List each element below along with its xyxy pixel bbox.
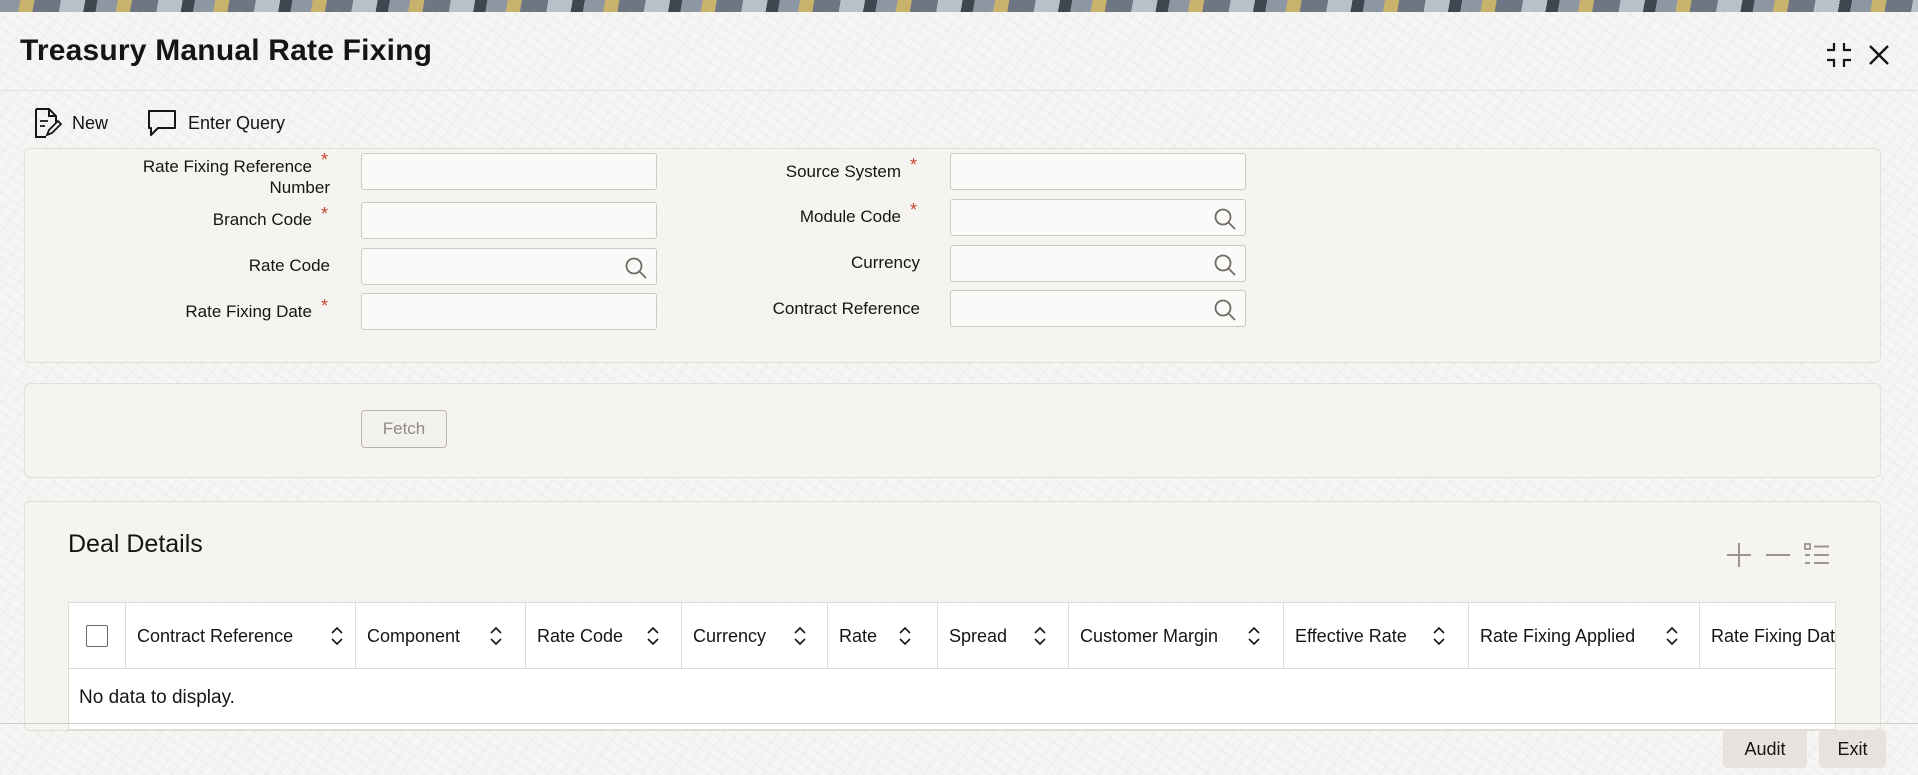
footer-divider [0,723,1918,724]
compress-icon[interactable] [1822,38,1856,72]
branch-code-label: Branch Code [212,210,312,229]
column-header-label: Rate [839,625,878,646]
page-title: Treasury Manual Rate Fixing [20,34,433,67]
column-header[interactable]: Effective Rate [1284,603,1469,669]
branch-code-field[interactable] [361,202,657,239]
rate-fixing-ref-field[interactable] [361,153,657,190]
fetch-panel [24,383,1881,478]
contract-reference-label: Contract Reference [772,299,920,318]
sort-icon[interactable] [898,626,912,646]
column-header[interactable]: Customer Margin [1069,603,1284,669]
sort-icon[interactable] [1247,626,1261,646]
contract-reference-field[interactable] [950,290,1246,327]
column-header[interactable]: Rate Fixing Applied [1469,603,1700,669]
required-marker: * [321,204,329,224]
column-header-label: Rate Code [537,625,624,646]
sort-icon[interactable] [1432,626,1446,646]
rate-code-label: Rate Code [248,256,330,275]
deal-details-table: Contract Reference Component Rate Code C… [68,602,1836,730]
select-all-checkbox[interactable] [86,625,108,647]
rate-fixing-ref-label-line2: Number [269,178,330,197]
header-decoration-strip [0,0,1918,12]
rate-fixing-date-label: Rate Fixing Date [185,302,312,321]
required-marker: * [321,150,329,170]
deal-details-title: Deal Details [68,530,203,558]
column-header-label: Rate Fixing Date [1711,625,1836,646]
list-columns-icon[interactable] [1802,540,1832,570]
source-system-label: Source System [785,162,901,181]
new-button[interactable]: New [32,104,108,142]
document-edit-icon [35,108,62,138]
sort-icon[interactable] [646,626,660,646]
column-header[interactable]: Contract Reference [126,603,356,669]
search-icon[interactable] [624,256,648,280]
required-marker: * [321,296,329,316]
rate-fixing-ref-label: Rate Fixing Reference [142,157,312,176]
column-header[interactable]: Currency [682,603,828,669]
required-marker: * [910,155,918,175]
column-header-label: Component [367,625,461,646]
column-header[interactable]: Component [356,603,526,669]
column-header-label: Spread [949,625,1008,646]
source-system-field[interactable] [950,153,1246,190]
column-header-label: Contract Reference [137,625,294,646]
sort-icon[interactable] [489,626,503,646]
minus-icon[interactable] [1763,540,1793,570]
column-header-label: Rate Fixing Applied [1480,625,1636,646]
audit-button[interactable]: Audit [1723,730,1807,768]
rate-code-field[interactable] [361,248,657,285]
column-header-label: Customer Margin [1080,625,1219,646]
close-icon[interactable] [1862,38,1896,72]
search-icon[interactable] [1213,253,1237,277]
column-header[interactable]: Rate [828,603,938,669]
module-code-field[interactable] [950,199,1246,236]
module-code-label: Module Code [799,207,901,226]
column-header[interactable]: Rate Fixing Date [1700,603,1836,669]
column-header-label: Currency [693,625,767,646]
required-marker: * [910,200,918,220]
exit-button[interactable]: Exit [1819,730,1886,768]
plus-icon[interactable] [1724,540,1754,570]
table-header-row: Contract Reference Component Rate Code C… [69,603,1836,669]
enter-query-button-label: Enter Query [188,112,286,133]
fetch-button[interactable]: Fetch [361,410,447,448]
new-button-label: New [72,112,109,133]
column-header[interactable]: Rate Code [526,603,682,669]
search-icon[interactable] [1213,207,1237,231]
enter-query-button[interactable]: Enter Query [146,104,285,142]
chat-bubble-icon [148,110,176,136]
sort-icon[interactable] [330,626,344,646]
sort-icon[interactable] [793,626,807,646]
empty-table-message: No data to display. [79,687,235,708]
currency-label: Currency [851,253,920,272]
select-all-column [69,603,126,669]
rate-fixing-date-field[interactable] [361,293,657,330]
sort-icon[interactable] [1665,626,1679,646]
search-icon[interactable] [1213,298,1237,322]
sort-icon[interactable] [1033,626,1047,646]
currency-field[interactable] [950,245,1246,282]
column-header[interactable]: Spread [938,603,1069,669]
column-header-label: Effective Rate [1295,625,1407,646]
toolbar-divider [0,90,1918,91]
